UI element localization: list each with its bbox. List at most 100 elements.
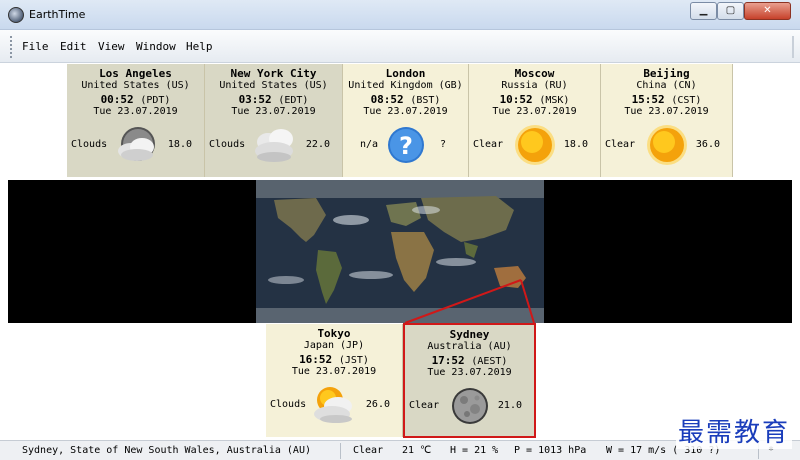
status-humidity: H = 21 %	[450, 445, 499, 456]
city-time: 15:52 (CST)	[601, 93, 732, 106]
moon-icon	[451, 388, 488, 424]
svg-text:?: ?	[399, 132, 413, 160]
weather-block: Clouds 26.0	[266, 382, 402, 426]
city-panel-london[interactable]: London United Kingdom (GB) 08:52 (BST) T…	[343, 64, 469, 177]
city-date: Tue 23.07.2019	[291, 366, 377, 377]
weather-block: Clear 21.0	[405, 383, 534, 427]
minimize-button[interactable]: ▁	[690, 2, 717, 20]
clouds-sun-icon	[314, 387, 352, 423]
time-value: 15:52	[631, 93, 665, 106]
menu-view[interactable]: View	[98, 40, 125, 53]
world-map-strip[interactable]	[8, 180, 792, 323]
weather-block: Clouds 22.0	[205, 122, 342, 166]
city-name: Sydney	[449, 328, 490, 341]
temperature-value: 18.0	[563, 139, 588, 150]
timezone-label: (AEST)	[471, 356, 508, 367]
city-name: Los Angeles	[99, 67, 172, 80]
city-panel-los-angeles[interactable]: Los Angeles United States (US) 00:52 (PD…	[67, 64, 205, 177]
weather-block: Clear 18.0	[469, 122, 600, 166]
sun-icon	[514, 125, 555, 165]
main-area: Los Angeles United States (US) 00:52 (PD…	[8, 64, 792, 440]
weather-condition: n/a	[360, 139, 379, 150]
timezone-label: (JST)	[338, 355, 369, 366]
city-panel-tokyo[interactable]: Tokyo Japan (JP) 16:52 (JST) Tue 23.07.2…	[266, 324, 403, 437]
window-title: EarthTime	[29, 8, 86, 21]
city-country: China (CN)	[636, 80, 697, 91]
time-value: 10:52	[499, 93, 533, 106]
city-date: Tue 23.07.2019	[492, 106, 577, 117]
title-bar[interactable]: EarthTime ▁ ▢ ✕	[0, 0, 800, 30]
temperature-value: 18.0	[167, 139, 192, 150]
menu-bar: File Edit View Window Help	[0, 30, 800, 63]
city-time: 17:52 (AEST)	[405, 354, 534, 367]
city-name: Moscow	[514, 67, 555, 80]
time-value: 00:52	[100, 93, 134, 106]
temperature-value: 22.0	[305, 139, 330, 150]
city-time: 08:52 (BST)	[343, 93, 468, 106]
city-name: London	[385, 67, 426, 80]
temperature-value: 36.0	[695, 139, 720, 150]
timezone-label: (BST)	[410, 95, 441, 106]
status-condition: Clear	[353, 445, 384, 456]
city-date: Tue 23.07.2019	[93, 106, 178, 117]
time-value: 03:52	[238, 93, 272, 106]
city-time: 03:52 (EDT)	[205, 93, 342, 106]
timezone-label: (EDT)	[278, 95, 309, 106]
city-country: Russia (RU)	[501, 80, 568, 91]
earth-map-image[interactable]	[256, 180, 544, 323]
time-value: 08:52	[370, 93, 404, 106]
status-temperature: 21 ℃	[402, 445, 432, 456]
city-date: Tue 23.07.2019	[427, 367, 512, 378]
close-button[interactable]: ✕	[744, 2, 791, 20]
city-country: Japan (JP)	[303, 340, 365, 351]
city-date: Tue 23.07.2019	[624, 106, 709, 117]
city-name: Beijing	[643, 67, 690, 80]
weather-condition: Clouds	[270, 399, 307, 410]
clouds-icon	[254, 129, 293, 162]
city-name: Tokyo	[317, 327, 351, 340]
weather-block: n/a ? ?	[343, 122, 468, 166]
menu-window[interactable]: Window	[136, 40, 176, 53]
watermark-text: 最需教育	[675, 412, 792, 449]
menubar-divider	[792, 36, 794, 58]
weather-condition: Clear	[409, 400, 440, 411]
city-time: 10:52 (MSK)	[469, 93, 600, 106]
city-panel-new-york[interactable]: New York City United States (US) 03:52 (…	[205, 64, 343, 177]
temperature-value: 21.0	[497, 400, 522, 411]
status-location: Sydney, State of New South Wales, Austra…	[22, 445, 311, 456]
maximize-button[interactable]: ▢	[717, 2, 744, 20]
weather-block: Clouds 18.0	[67, 122, 204, 166]
question-icon: ?	[387, 127, 424, 163]
timezone-label: (PDT)	[140, 95, 171, 106]
weather-condition: Clear	[605, 139, 636, 150]
city-time: 00:52 (PDT)	[67, 93, 204, 106]
city-date: Tue 23.07.2019	[231, 106, 316, 117]
timezone-label: (CST)	[671, 95, 702, 106]
menu-edit[interactable]: Edit	[60, 40, 87, 53]
menu-file[interactable]: File	[22, 40, 49, 53]
toolbar-grip-icon[interactable]	[10, 36, 13, 58]
sun-icon	[646, 125, 687, 165]
clouds-night-icon	[117, 127, 155, 161]
temperature-value: ?	[439, 139, 446, 150]
time-value: 16:52	[299, 353, 333, 366]
temperature-value: 26.0	[365, 399, 390, 410]
timezone-label: (MSK)	[539, 95, 570, 106]
city-panel-beijing[interactable]: Beijing China (CN) 15:52 (CST) Tue 23.07…	[601, 64, 733, 177]
city-country: Australia (AU)	[427, 341, 512, 352]
weather-block: Clear 36.0	[601, 122, 732, 166]
city-panel-sydney[interactable]: Sydney Australia (AU) 17:52 (AEST) Tue 2…	[403, 323, 536, 438]
city-time: 16:52 (JST)	[266, 353, 402, 366]
status-divider	[340, 443, 341, 459]
status-pressure: P = 1013 hPa	[514, 445, 587, 456]
city-country: United Kingdom (GB)	[348, 80, 463, 91]
city-date: Tue 23.07.2019	[363, 106, 448, 117]
app-globe-icon[interactable]	[8, 7, 24, 23]
time-value: 17:52	[431, 354, 465, 367]
city-country: United States (US)	[219, 80, 328, 91]
city-country: United States (US)	[81, 80, 190, 91]
city-name: New York City	[230, 67, 317, 80]
city-panel-moscow[interactable]: Moscow Russia (RU) 10:52 (MSK) Tue 23.07…	[469, 64, 601, 177]
weather-condition: Clouds	[71, 139, 108, 150]
menu-help[interactable]: Help	[186, 40, 213, 53]
